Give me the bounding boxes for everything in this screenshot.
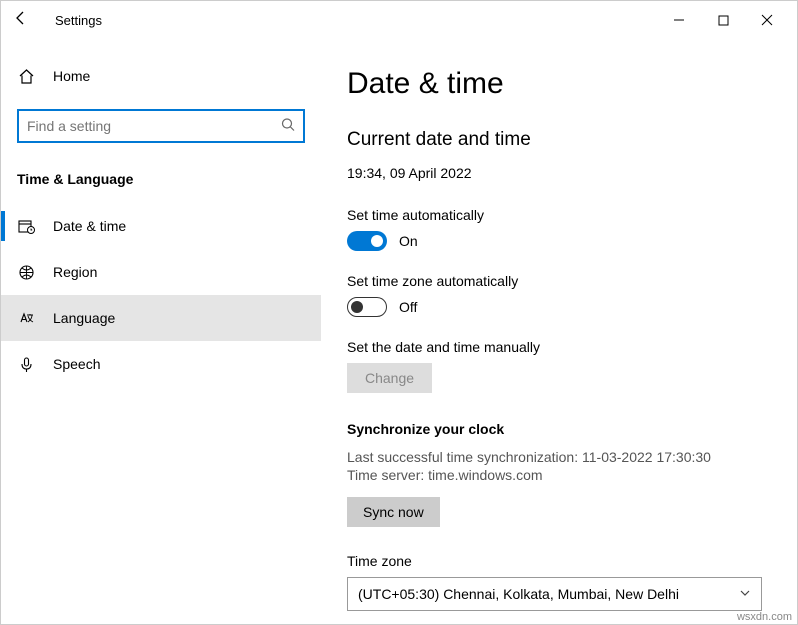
close-button[interactable] bbox=[745, 4, 789, 36]
sidebar-item-label: Speech bbox=[53, 356, 100, 372]
globe-icon bbox=[17, 264, 35, 281]
calendar-clock-icon bbox=[17, 218, 35, 235]
sidebar-item-date-time[interactable]: Date & time bbox=[1, 203, 321, 249]
minimize-button[interactable] bbox=[657, 4, 701, 36]
window-body: Home Time & Language Date & time bbox=[1, 39, 797, 624]
titlebar: Settings bbox=[1, 1, 797, 39]
auto-timezone-label: Set time zone automatically bbox=[347, 273, 771, 289]
auto-time-toggle[interactable] bbox=[347, 231, 387, 251]
back-button[interactable] bbox=[13, 10, 37, 31]
change-button: Change bbox=[347, 363, 432, 393]
current-date-time-value: 19:34, 09 April 2022 bbox=[347, 165, 771, 181]
window-title: Settings bbox=[55, 13, 102, 28]
settings-window: Settings Home bbox=[0, 0, 798, 625]
watermark: wsxdn.com bbox=[737, 611, 792, 623]
page-title: Date & time bbox=[347, 67, 771, 101]
auto-timezone-toggle[interactable] bbox=[347, 297, 387, 317]
auto-time-state: On bbox=[399, 233, 418, 249]
microphone-icon bbox=[17, 356, 35, 373]
current-date-time-heading: Current date and time bbox=[347, 129, 771, 151]
language-icon bbox=[17, 310, 35, 327]
home-label: Home bbox=[53, 68, 90, 84]
home-link[interactable]: Home bbox=[1, 57, 321, 95]
maximize-button[interactable] bbox=[701, 4, 745, 36]
sidebar-item-label: Date & time bbox=[53, 218, 126, 234]
timezone-dropdown[interactable]: (UTC+05:30) Chennai, Kolkata, Mumbai, Ne… bbox=[347, 577, 762, 611]
sync-now-button[interactable]: Sync now bbox=[347, 497, 440, 527]
sidebar-item-speech[interactable]: Speech bbox=[1, 341, 321, 387]
sync-heading: Synchronize your clock bbox=[347, 421, 771, 437]
sidebar: Home Time & Language Date & time bbox=[1, 39, 321, 624]
main-content: Date & time Current date and time 19:34,… bbox=[321, 39, 797, 624]
sync-server-text: Time server: time.windows.com bbox=[347, 467, 771, 483]
manual-date-time-label: Set the date and time manually bbox=[347, 339, 771, 355]
sync-last-text: Last successful time synchronization: 11… bbox=[347, 449, 771, 465]
sidebar-item-language[interactable]: Language bbox=[1, 295, 321, 341]
sidebar-item-label: Region bbox=[53, 264, 97, 280]
search-input[interactable] bbox=[17, 109, 305, 143]
home-icon bbox=[17, 68, 35, 85]
auto-timezone-state: Off bbox=[399, 299, 417, 315]
sidebar-section-header: Time & Language bbox=[1, 143, 321, 203]
search-box[interactable] bbox=[17, 109, 305, 143]
sidebar-item-label: Language bbox=[53, 310, 115, 326]
search-icon bbox=[281, 118, 295, 135]
timezone-value: (UTC+05:30) Chennai, Kolkata, Mumbai, Ne… bbox=[358, 586, 679, 602]
sidebar-item-region[interactable]: Region bbox=[1, 249, 321, 295]
timezone-label: Time zone bbox=[347, 553, 771, 569]
auto-time-label: Set time automatically bbox=[347, 207, 771, 223]
chevron-down-icon bbox=[739, 586, 751, 602]
